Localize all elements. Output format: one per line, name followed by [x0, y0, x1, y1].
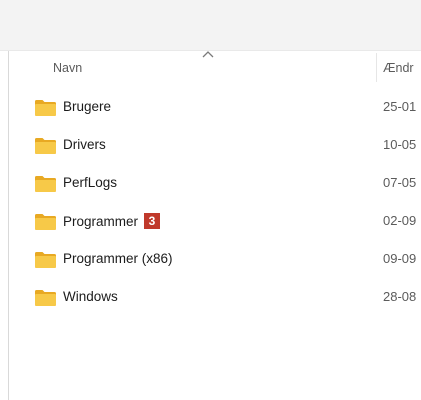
folder-icon — [35, 290, 56, 306]
pane-divider — [8, 51, 9, 400]
list-item[interactable]: Drivers 10-05 — [34, 133, 421, 159]
item-name: Programmer — [63, 214, 139, 229]
folder-icon — [35, 252, 56, 268]
folder-icon — [35, 100, 56, 116]
list-item[interactable]: PerfLogs 07-05 — [34, 171, 421, 197]
item-date: 07-05 — [383, 175, 417, 190]
column-header-name[interactable]: Navn — [53, 61, 82, 75]
item-name: Drivers — [63, 137, 106, 152]
item-date: 09-09 — [383, 251, 417, 266]
item-date: 28-08 — [383, 289, 417, 304]
list-item[interactable]: Programmer (x86) 09-09 — [34, 247, 421, 273]
folder-icon — [35, 138, 56, 154]
sort-ascending-icon[interactable] — [202, 50, 214, 58]
item-name: Windows — [63, 289, 118, 304]
item-name: Brugere — [63, 99, 112, 114]
list-item[interactable]: Brugere 25-01 — [34, 95, 421, 121]
list-item[interactable]: Windows 28-08 — [34, 285, 421, 311]
item-name: PerfLogs — [63, 175, 118, 190]
folder-icon — [35, 176, 56, 192]
toolbar-area — [0, 0, 421, 51]
folder-icon — [35, 214, 56, 230]
item-date: 25-01 — [383, 99, 417, 114]
column-header-modified[interactable]: Ændr — [383, 61, 414, 75]
item-date: 02-09 — [383, 213, 417, 228]
column-divider[interactable] — [376, 53, 377, 82]
item-name-with-badge: Programmer 3 — [63, 213, 161, 229]
callout-badge: 3 — [144, 213, 161, 229]
item-date: 10-05 — [383, 137, 417, 152]
list-item[interactable]: Programmer 3 02-09 — [34, 209, 421, 235]
item-name: Programmer (x86) — [63, 251, 173, 266]
